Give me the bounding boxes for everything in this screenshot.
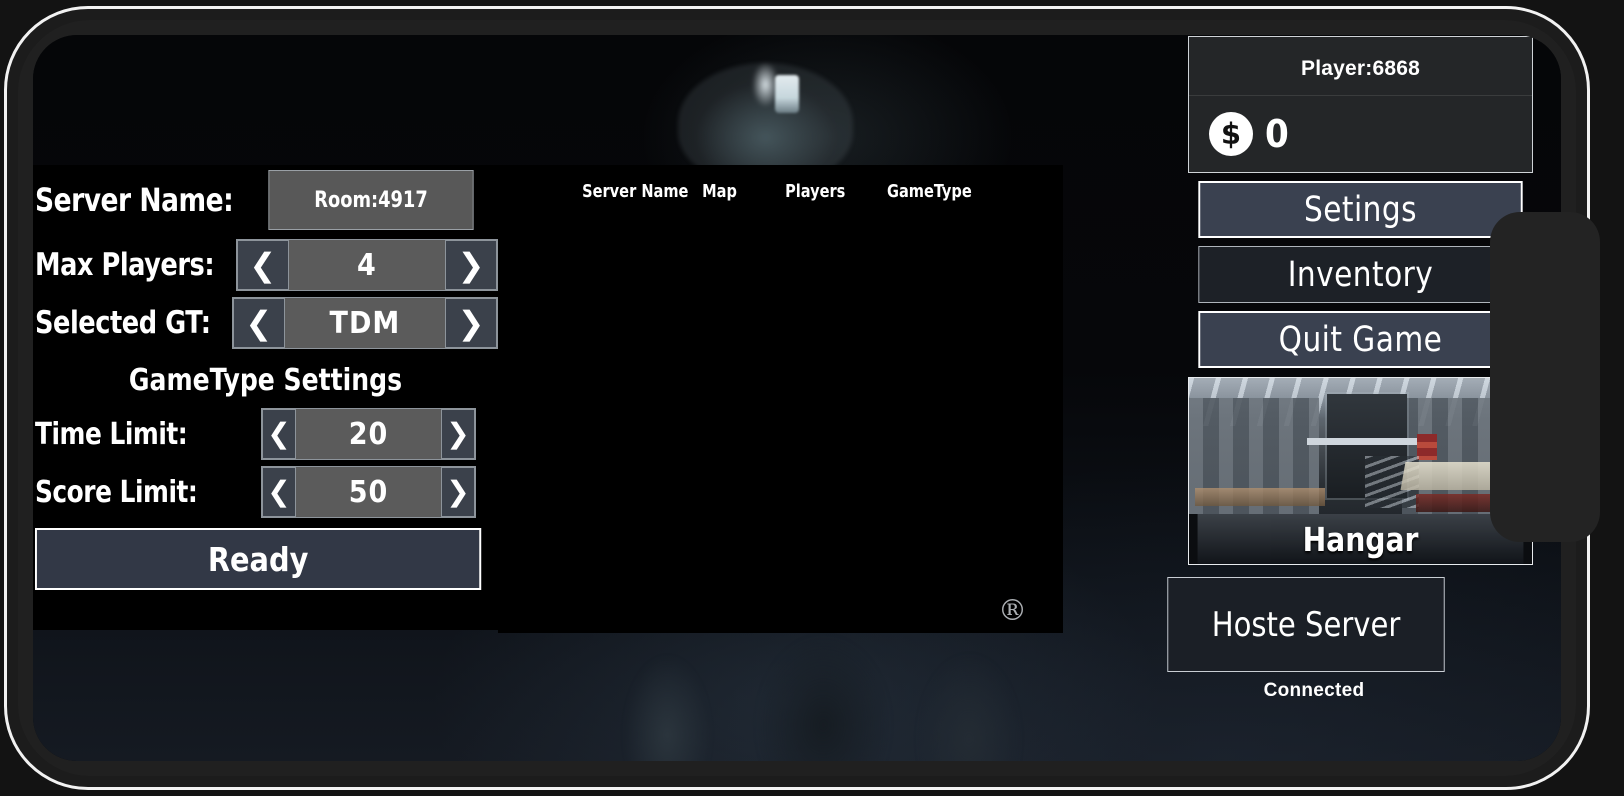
gametype-settings-title: GameType Settings xyxy=(128,363,403,398)
score-limit-label: Score Limit: xyxy=(35,474,198,510)
max-players-label: Max Players: xyxy=(35,247,215,283)
right-sidebar: Player:6868 $ 0 Setings Inventory Quit G… xyxy=(1167,35,1533,702)
device-shell: Server Name: Room:4917 Max Players: ❮ 4 … xyxy=(0,0,1624,796)
score-limit-value: 50 xyxy=(296,467,441,517)
chevron-left-icon[interactable]: ❮ xyxy=(262,409,296,459)
chevron-right-icon[interactable]: ❯ xyxy=(441,467,475,517)
chevron-left-icon[interactable]: ❮ xyxy=(262,467,296,517)
chevron-right-icon[interactable]: ❯ xyxy=(445,298,497,348)
currency-amount: 0 xyxy=(1265,112,1290,156)
time-limit-row: Time Limit: ❮ 20 ❯ xyxy=(33,406,498,462)
helmet-lamp-artwork xyxy=(775,75,799,113)
chevron-left-icon[interactable]: ❮ xyxy=(236,240,289,290)
map-red-crate xyxy=(1417,434,1437,460)
chevron-right-icon[interactable]: ❯ xyxy=(441,409,475,459)
column-header-players: Players xyxy=(785,181,846,202)
time-limit-stepper: ❮ 20 ❯ xyxy=(261,408,476,460)
player-name-label: Player:6868 xyxy=(1301,57,1420,80)
time-limit-value: 20 xyxy=(296,409,441,459)
settings-button[interactable]: Setings xyxy=(1198,181,1523,238)
match-settings-panel: Server Name: Room:4917 Max Players: ❮ 4 … xyxy=(33,165,498,630)
server-name-row: Server Name: Room:4917 xyxy=(33,165,498,235)
map-selection-card[interactable]: Hangar xyxy=(1188,377,1533,565)
selected-gametype-row: Selected GT: ❮ TDM ❯ xyxy=(33,295,498,351)
time-limit-label: Time Limit: xyxy=(35,416,188,452)
device-side-notch xyxy=(1490,212,1600,542)
score-limit-row: Score Limit: ❮ 50 ❯ xyxy=(33,464,498,520)
max-players-value: 4 xyxy=(288,240,445,290)
currency-row: $ 0 xyxy=(1189,96,1532,156)
column-header-map: Map xyxy=(702,181,737,202)
selected-gametype-value: TDM xyxy=(284,298,445,348)
max-players-row: Max Players: ❮ 4 ❯ xyxy=(33,237,498,293)
map-thumbnail-image xyxy=(1189,378,1532,514)
inventory-button[interactable]: Inventory xyxy=(1198,246,1523,303)
column-header-gametype: GameType xyxy=(887,181,972,202)
game-screen: Server Name: Room:4917 Max Players: ❮ 4 … xyxy=(33,35,1561,761)
server-name-input[interactable]: Room:4917 xyxy=(267,170,474,230)
server-list-header-row: Server Name Map Players GameType xyxy=(498,165,1063,202)
server-list[interactable] xyxy=(498,202,1063,532)
server-browser-panel: Server Name Map Players GameType ® xyxy=(498,165,1063,633)
player-card: Player:6868 $ 0 xyxy=(1188,36,1533,173)
column-header-server-name: Server Name xyxy=(582,181,689,202)
map-wood-floor xyxy=(1195,488,1325,506)
connection-status-label: Connected xyxy=(1263,680,1365,701)
server-name-label: Server Name: xyxy=(35,181,234,219)
ready-button[interactable]: Ready xyxy=(35,528,482,590)
quit-game-button[interactable]: Quit Game xyxy=(1198,311,1523,368)
selected-gametype-label: Selected GT: xyxy=(35,305,211,341)
score-limit-stepper: ❮ 50 ❯ xyxy=(261,466,476,518)
map-name-label: Hangar xyxy=(1197,514,1524,564)
soldier-silhouette-artwork xyxy=(553,615,1073,761)
chevron-left-icon[interactable]: ❮ xyxy=(232,298,285,348)
chevron-right-icon[interactable]: ❯ xyxy=(445,240,497,290)
registered-trademark-icon: ® xyxy=(998,593,1027,627)
map-catwalk xyxy=(1307,438,1427,445)
max-players-stepper: ❮ 4 ❯ xyxy=(235,239,498,291)
host-server-button[interactable]: Hoste Server xyxy=(1167,577,1445,672)
coin-dollar-icon: $ xyxy=(1209,112,1253,156)
selected-gametype-stepper: ❮ TDM ❯ xyxy=(231,297,498,349)
